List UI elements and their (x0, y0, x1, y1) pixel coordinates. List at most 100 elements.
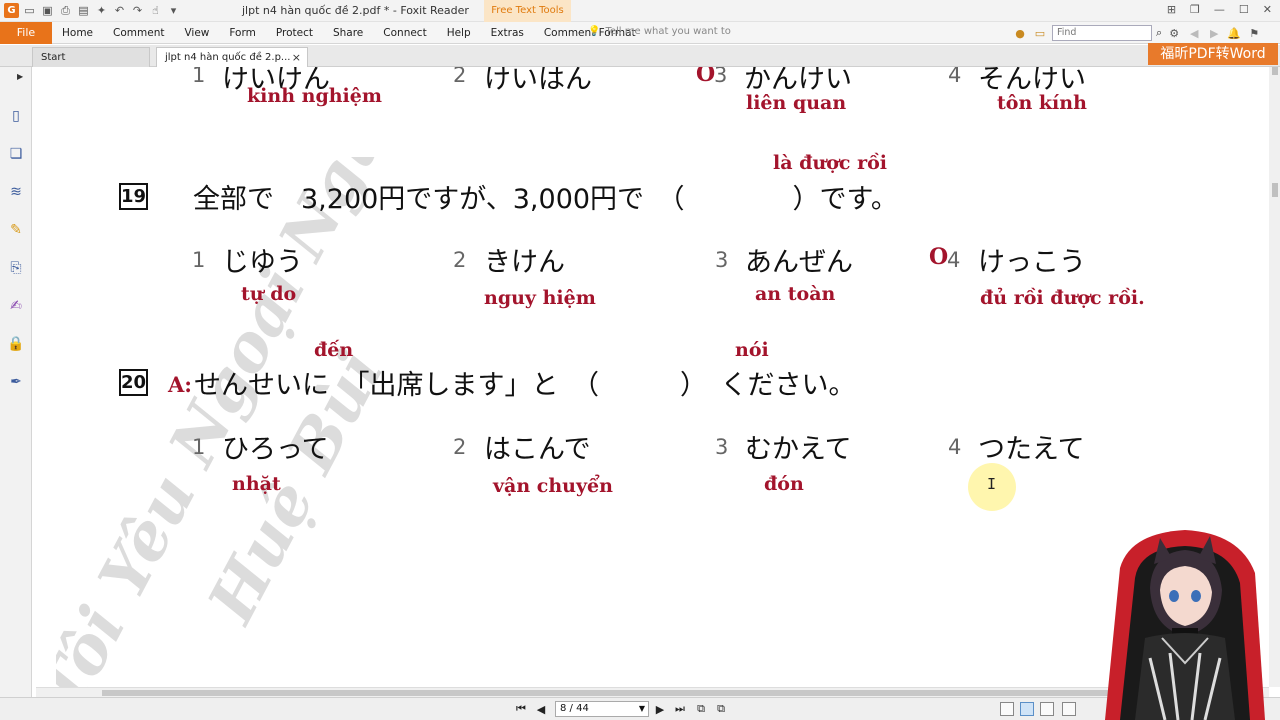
lock-icon[interactable]: 🔒 (7, 335, 25, 353)
single-page-view-icon[interactable] (1000, 702, 1014, 716)
expand-panel-icon[interactable]: ▶ (17, 72, 23, 81)
tab-view[interactable]: View (174, 22, 219, 44)
horizontal-scroll-thumb[interactable] (102, 690, 1112, 696)
prev-choice-1-translation: kinh nghiệm (247, 85, 382, 107)
facing-view-icon[interactable] (1040, 702, 1054, 716)
save-icon[interactable]: ▣ (40, 3, 55, 18)
search-pen-icon[interactable]: ✒ (7, 373, 25, 391)
q20-choice-2-text: はこんで (484, 434, 591, 465)
page-dropdown-icon[interactable]: ▼ (639, 702, 645, 716)
page-indicator: 8 / 44 (560, 703, 589, 714)
foxit-logo-icon[interactable]: G (4, 3, 19, 18)
comments-icon[interactable]: ✎ (7, 221, 25, 239)
page-number-field[interactable]: 8 / 44 ▼ (555, 701, 649, 717)
maximize-icon[interactable]: ☐ (1239, 3, 1249, 16)
minimize-icon[interactable]: — (1214, 3, 1225, 16)
q19-choice-2-translation: nguy hiệm (484, 287, 596, 309)
q19-choice-1-translation: tự do (241, 283, 297, 305)
restore-icon[interactable]: ❐ (1190, 3, 1200, 16)
back-icon[interactable]: ◀ (1186, 25, 1202, 41)
tell-me-search[interactable]: 💡 Tell me what you want to (588, 26, 731, 37)
tab-document-active[interactable]: jlpt n4 hàn quốc đề 2.p... × (156, 47, 308, 67)
prev-choice-2-number: 2 (453, 67, 467, 87)
tab-connect[interactable]: Connect (373, 22, 436, 44)
first-page-icon[interactable]: ⏮ (514, 702, 528, 716)
gear-icon[interactable]: ⚙ (1166, 25, 1182, 41)
previous-page-icon[interactable]: ◀ (534, 702, 548, 716)
tab-start-label: Start (41, 52, 66, 63)
signature-icon[interactable]: ✍ (7, 297, 25, 315)
pages-icon[interactable]: ❏ (7, 145, 25, 163)
tab-extras[interactable]: Extras (481, 22, 534, 44)
window-controls: ⊞ ❐ — ☐ ✕ (1167, 3, 1272, 16)
tab-share[interactable]: Share (323, 22, 373, 44)
tab-protect[interactable]: Protect (266, 22, 323, 44)
left-navigation-panel: ▶ ▯ ❏ ≋ ✎ ⎘ ✍ 🔒 ✒ (0, 67, 32, 697)
last-page-icon[interactable]: ⏭ (673, 702, 687, 716)
ribbon-right-tools: ● ▭ Find ⌕ ⚙ ◀ ▶ 🔔 ⚑ (1012, 25, 1262, 41)
tab-help[interactable]: Help (437, 22, 481, 44)
q20-choice-2-translation: vận chuyển (493, 475, 613, 497)
q19-question-text: 全部で 3,200円ですが、3,000円で （ ）です。 (193, 184, 898, 215)
previous-view-icon[interactable]: ⧉ (694, 702, 708, 716)
tab-comment[interactable]: Comment (103, 22, 174, 44)
prev-choice-2-text: けいはん (484, 67, 592, 95)
coin-icon[interactable]: ● (1012, 25, 1028, 41)
redo-icon[interactable]: ↷ (130, 3, 145, 18)
ribbon-tabs: File Home Comment View Form Protect Shar… (0, 22, 1280, 44)
horizontal-scrollbar[interactable] (36, 687, 1269, 697)
hand-tool-icon[interactable]: ☝ (148, 3, 163, 18)
grid-icon[interactable]: ⊞ (1167, 3, 1176, 16)
q20-choice-4-number: 4 (948, 435, 962, 459)
q20-choice-3-number: 3 (715, 435, 729, 459)
prev-choice-4-translation: tôn kính (997, 92, 1087, 114)
customize-dropdown-icon[interactable]: ▾ (166, 3, 181, 18)
q19-choice-1-number: 1 (192, 248, 206, 272)
context-tab-free-text-tools[interactable]: Free Text Tools (484, 0, 571, 22)
search-icon[interactable]: ⌕ (1156, 26, 1162, 40)
new-icon[interactable]: ✦ (94, 3, 109, 18)
tab-home[interactable]: Home (52, 22, 103, 44)
q20-choice-1-translation: nhặt (232, 473, 281, 495)
tab-form[interactable]: Form (219, 22, 265, 44)
continuous-view-icon[interactable] (1020, 702, 1034, 716)
find-input[interactable]: Find (1052, 25, 1152, 41)
layers-icon[interactable]: ≋ (7, 183, 25, 201)
q19-choice-4-text: けっこう (978, 247, 1086, 278)
attachment-icon[interactable]: ⎘ (7, 259, 25, 277)
q19-choice-3-text: あんぜん (745, 247, 853, 278)
q19-annotation: là được rồi (773, 152, 887, 174)
ribbon-tab-list: Home Comment View Form Protect Share Con… (52, 22, 646, 44)
tab-file[interactable]: File (0, 22, 52, 44)
q19-choice-2-number: 2 (453, 248, 467, 272)
next-view-icon[interactable]: ⧉ (714, 702, 728, 716)
q20-choice-4-text: つたえて (978, 434, 1085, 465)
forward-icon[interactable]: ▶ (1206, 25, 1222, 41)
tab-start[interactable]: Start (32, 47, 150, 67)
open-icon[interactable]: ▭ (22, 3, 37, 18)
pdf-page-view[interactable]: Tôi Yêu Ngoại Ngữ Huệ Bùi 1 けいけん kinh ng… (36, 67, 1269, 687)
q19-choice-3-number: 3 (715, 248, 729, 272)
page-thumbnail-icon[interactable]: ▯ (7, 107, 25, 125)
close-tab-icon[interactable]: × (292, 48, 301, 68)
prev-choice-3-number: 3 (714, 67, 728, 87)
convert-pdf-to-word-button[interactable]: 福昕PDF转Word (1148, 43, 1278, 65)
close-icon[interactable]: ✕ (1263, 3, 1272, 16)
bell-icon[interactable]: 🔔 (1226, 25, 1242, 41)
q20-choice-2-number: 2 (453, 435, 467, 459)
properties-icon[interactable]: ▤ (76, 3, 91, 18)
quick-access-toolbar: G ▭ ▣ ⎙ ▤ ✦ ↶ ↷ ☝ ▾ (4, 3, 181, 18)
vertical-scroll-top-thumb[interactable] (1272, 67, 1278, 75)
tab-document-label: jlpt n4 hàn quốc đề 2.p... (165, 52, 291, 63)
next-page-icon[interactable]: ▶ (653, 702, 667, 716)
watermark-svg: Tôi Yêu Ngoại Ngữ Huệ Bùi (36, 98, 404, 687)
print-icon[interactable]: ⎙ (58, 3, 73, 18)
undo-icon[interactable]: ↶ (112, 3, 127, 18)
q20-speaker-label: A: (168, 372, 193, 397)
q20-number-box: 20 (119, 369, 148, 396)
continuous-facing-view-icon[interactable] (1062, 702, 1076, 716)
user-icon[interactable]: ⚑ (1246, 25, 1262, 41)
folder-search-icon[interactable]: ▭ (1032, 25, 1048, 41)
vertical-scroll-thumb[interactable] (1272, 183, 1278, 197)
status-bar: ⏮ ◀ 8 / 44 ▼ ▶ ⏭ ⧉ ⧉ (0, 697, 1280, 720)
